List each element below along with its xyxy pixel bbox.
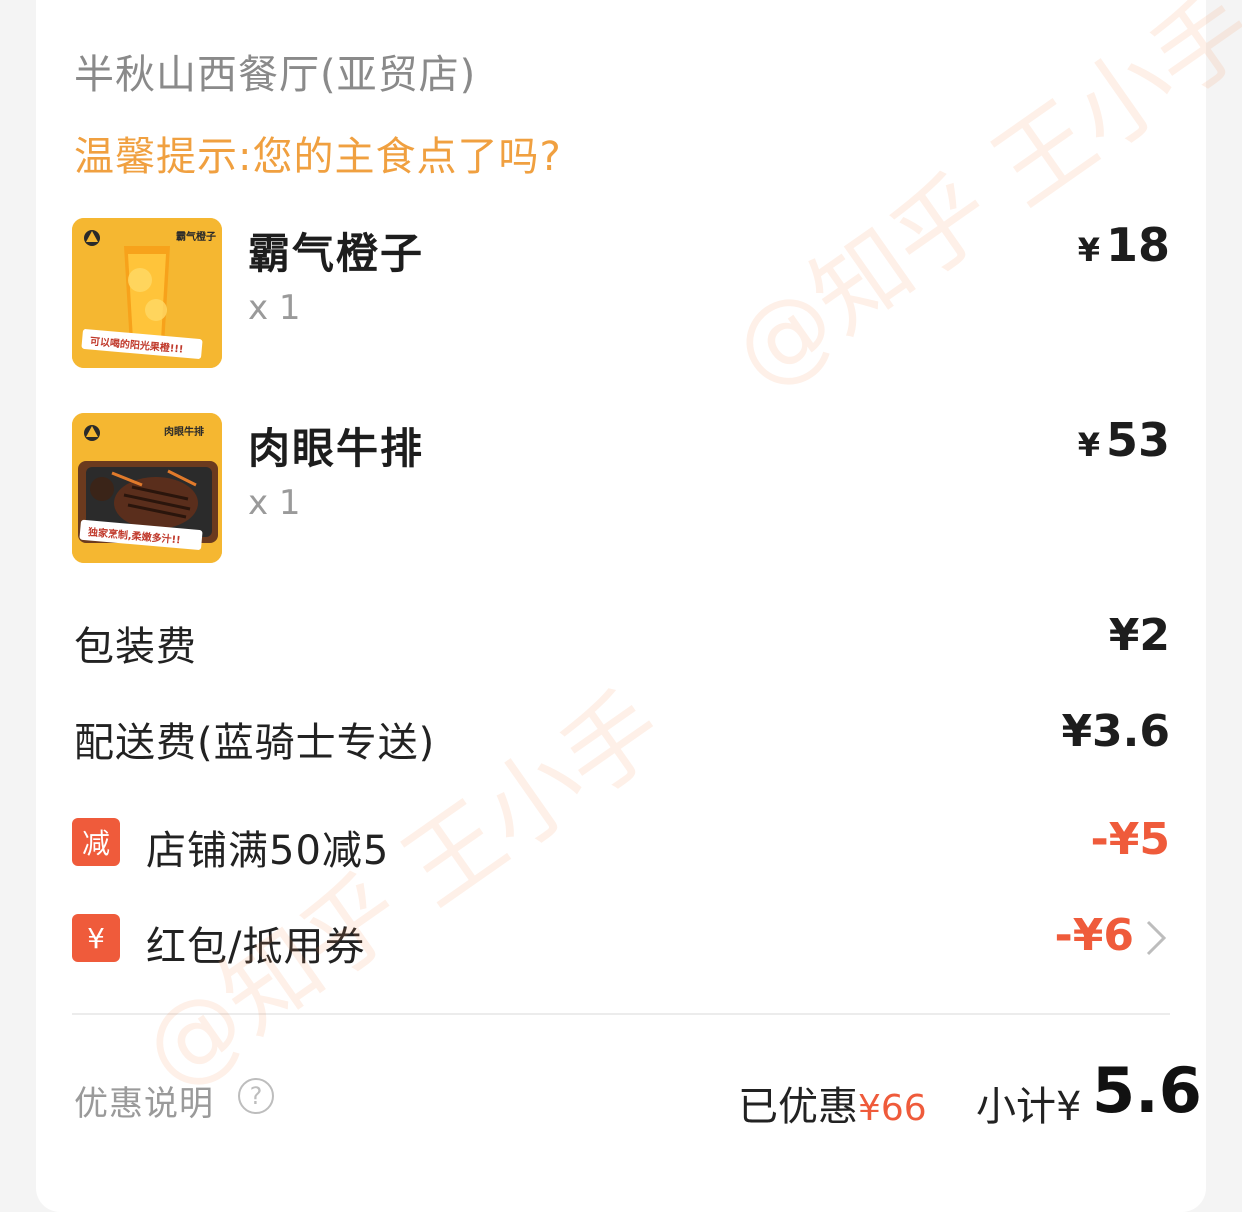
delivery-fee-row: 配送费(蓝骑士专送) ¥3.6 xyxy=(72,706,1170,766)
item-quantity: x 1 xyxy=(248,483,301,523)
coupon-value: -¥6 xyxy=(1054,910,1135,961)
currency-symbol: ¥ xyxy=(1077,426,1100,464)
item-name: 肉眼牛排 xyxy=(248,424,425,473)
item-price: ¥53 xyxy=(1078,413,1170,467)
item-price: ¥18 xyxy=(1078,218,1170,272)
subtotal-amount: 5.6 xyxy=(1092,1054,1202,1127)
discount-explanation-link[interactable]: 优惠说明 xyxy=(74,1076,214,1125)
thumb-brand: 肉眼牛排 xyxy=(164,425,204,438)
coupon-label: 红包/抵用券 xyxy=(146,924,366,970)
currency-symbol: ¥ xyxy=(1077,231,1100,269)
packaging-fee-row: 包装费 ¥2 xyxy=(72,610,1170,670)
saved-amount: ¥66 xyxy=(858,1088,927,1129)
coupon-row[interactable]: ¥ 红包/抵用券 -¥6 xyxy=(72,910,1170,970)
thumb-brand: 霸气橙子 xyxy=(176,230,216,243)
item-thumbnail-orange: 霸气橙子 可以喝的阳光果橙!!! xyxy=(72,218,222,368)
order-summary-footer: 优惠说明 ? 已优惠¥66 小计¥ 5.6 xyxy=(72,1050,1202,1140)
fee-value: ¥2 xyxy=(1108,610,1170,661)
item-quantity: x 1 xyxy=(248,288,301,328)
order-card: 半秋山西餐厅(亚贸店) 温馨提示:您的主食点了吗? 霸气橙子 可以喝的阳光果橙!… xyxy=(36,0,1206,1212)
item-price-value: 18 xyxy=(1105,218,1170,272)
coupon-badge-icon: ¥ xyxy=(72,914,120,962)
saved-total: 已优惠¥66 xyxy=(738,1074,927,1132)
discount-value: -¥5 xyxy=(1090,814,1171,865)
shop-name[interactable]: 半秋山西餐厅(亚贸店) xyxy=(74,42,476,100)
saved-label: 已优惠 xyxy=(738,1084,858,1130)
store-discount-row: 减 店铺满50减5 -¥5 xyxy=(72,814,1170,874)
fee-label: 配送费(蓝骑士专送) xyxy=(74,720,436,766)
item-name: 霸气橙子 xyxy=(248,229,425,278)
order-item: 肉眼牛排 独家烹制,柔嫩多汁!! 肉眼牛排 x 1 ¥53 xyxy=(72,413,1170,565)
order-item: 霸气橙子 可以喝的阳光果橙!!! 霸气橙子 x 1 ¥18 xyxy=(72,218,1170,370)
discount-label: 店铺满50减5 xyxy=(146,828,390,874)
chevron-right-icon[interactable] xyxy=(1142,916,1170,960)
divider xyxy=(72,1013,1170,1015)
item-price-value: 53 xyxy=(1105,413,1170,467)
staple-tip: 温馨提示:您的主食点了吗? xyxy=(74,134,562,180)
help-icon[interactable]: ? xyxy=(238,1078,274,1114)
fee-value: ¥3.6 xyxy=(1061,706,1170,757)
discount-badge-icon: 减 xyxy=(72,818,120,866)
fee-label: 包装费 xyxy=(74,624,197,670)
subtotal-label: 小计¥ xyxy=(976,1084,1082,1130)
item-thumbnail-steak: 肉眼牛排 独家烹制,柔嫩多汁!! xyxy=(72,413,222,563)
